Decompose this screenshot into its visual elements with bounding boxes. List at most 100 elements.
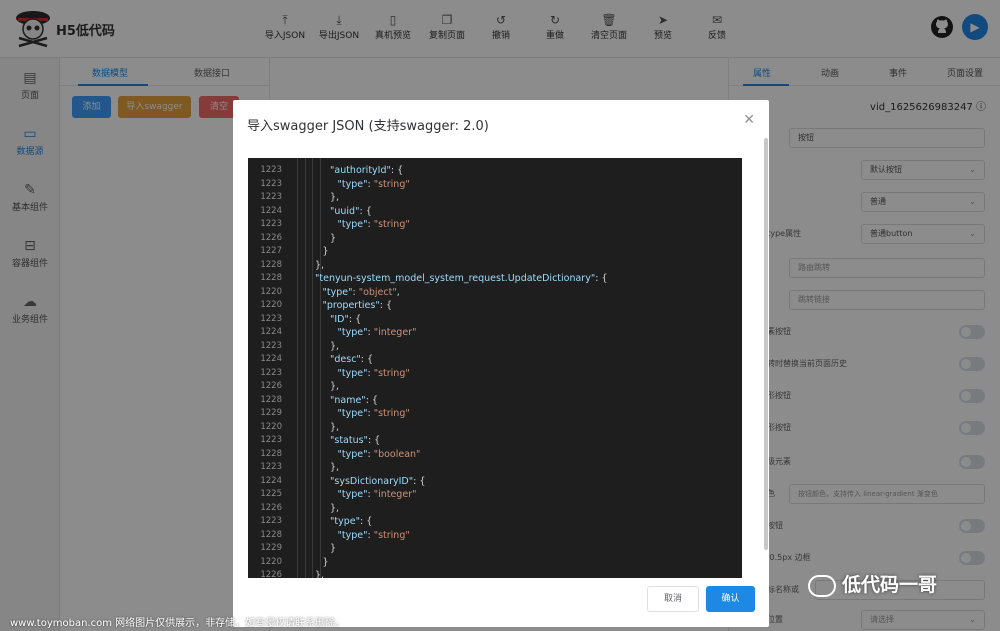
wechat-icon bbox=[808, 574, 836, 597]
code-line: 1223 "type": { bbox=[248, 515, 742, 529]
code-line: 1223 "status": { bbox=[248, 434, 742, 448]
code-text: }, bbox=[330, 502, 340, 514]
line-number: 1224 bbox=[260, 475, 282, 486]
code-text: }, bbox=[315, 570, 325, 578]
line-number: 1220 bbox=[260, 286, 282, 297]
line-number: 1223 bbox=[260, 516, 282, 526]
line-number: 1226 bbox=[260, 232, 282, 243]
code-text: } bbox=[322, 246, 329, 257]
line-number: 1228 bbox=[260, 259, 282, 270]
code-line: 1225 "type": "integer" bbox=[248, 488, 742, 502]
json-code-editor[interactable]: 1223 "authorityId": { 1223 "type": "string"… bbox=[248, 158, 742, 578]
line-number: 1228 bbox=[260, 273, 282, 283]
code-line: 1227} bbox=[248, 245, 742, 259]
line-number: 1226 bbox=[260, 570, 282, 578]
code-line: 1224 "sysDictionaryID": { bbox=[248, 475, 742, 489]
line-number: 1223 bbox=[260, 192, 282, 202]
code-text: "authorityId": { bbox=[330, 165, 404, 176]
code-text: "desc": { bbox=[330, 354, 374, 365]
code-text: "type": "string" bbox=[337, 219, 410, 230]
code-text: "type": "string" bbox=[337, 408, 410, 419]
line-number: 1229 bbox=[260, 543, 282, 553]
code-text: } bbox=[322, 556, 329, 568]
line-number: 1223 bbox=[260, 462, 282, 472]
line-number: 1224 bbox=[260, 354, 282, 364]
confirm-button[interactable]: 确认 bbox=[706, 586, 755, 612]
code-line: 1228 "tenyun-system_model_system_request.… bbox=[248, 272, 742, 286]
code-line: 1223 "ID": { bbox=[248, 313, 742, 327]
cancel-button[interactable]: 取消 bbox=[647, 586, 699, 612]
code-line: 1220}, bbox=[248, 421, 742, 435]
watermark-text: 低代码一哥 bbox=[842, 574, 938, 596]
code-text: } bbox=[330, 543, 337, 554]
code-line: 1228 "type": "boolean" bbox=[248, 448, 742, 462]
line-number: 1220 bbox=[260, 421, 282, 432]
code-text: "type": "boolean" bbox=[337, 448, 421, 460]
code-line: 1223}, bbox=[248, 191, 742, 205]
code-text: "type": "integer" bbox=[337, 327, 417, 338]
line-number: 1220 bbox=[260, 556, 282, 567]
code-text: "type": "object", bbox=[322, 286, 400, 298]
code-text: "type": "string" bbox=[337, 178, 410, 190]
code-line: 1229 "type": "string" bbox=[248, 407, 742, 421]
code-text: }, bbox=[330, 381, 340, 392]
code-text: "status": { bbox=[330, 435, 381, 446]
line-number: 1223 bbox=[260, 340, 282, 351]
line-number: 1223 bbox=[260, 435, 282, 445]
code-text: "type": { bbox=[330, 516, 373, 527]
import-swagger-dialog: 导入swagger JSON (支持swagger: 2.0) ✕ 1223 "a… bbox=[233, 100, 769, 627]
code-text: "type": "integer" bbox=[337, 489, 417, 500]
code-line: 1223}, bbox=[248, 340, 742, 354]
code-line: 1223 "type": "string" bbox=[248, 218, 742, 232]
code-line: 1223 "authorityId": { bbox=[248, 164, 742, 178]
code-line: 1228 "name": { bbox=[248, 394, 742, 408]
code-text: "ID": { bbox=[330, 313, 362, 325]
line-number: 1223 bbox=[260, 367, 282, 378]
code-line: 1220} bbox=[248, 556, 742, 570]
close-icon[interactable]: ✕ bbox=[743, 112, 755, 128]
code-line: 1220 "properties": { bbox=[248, 299, 742, 313]
dialog-title: 导入swagger JSON (支持swagger: 2.0) bbox=[247, 119, 489, 134]
code-text: "tenyun-system_model_system_request.Upda… bbox=[315, 273, 608, 284]
code-text: "sysDictionaryID": { bbox=[330, 475, 426, 487]
code-text: } bbox=[330, 232, 337, 244]
code-line: 1226} bbox=[248, 232, 742, 246]
wechat-watermark: 低代码一哥 bbox=[808, 570, 937, 597]
line-number: 1223 bbox=[260, 178, 282, 189]
code-line: 1226}, bbox=[248, 502, 742, 516]
code-line: 1228}, bbox=[248, 259, 742, 273]
code-text: }, bbox=[315, 259, 325, 271]
line-number: 1223 bbox=[260, 313, 282, 324]
code-line: 1223}, bbox=[248, 461, 742, 475]
line-number: 1228 bbox=[260, 448, 282, 459]
code-line: 1223 "type": "string" bbox=[248, 178, 742, 192]
footer-watermark: www.toymoban.com 网络图片仅供展示，非存储，如有侵权请联系删除。 bbox=[10, 618, 346, 629]
code-text: }, bbox=[330, 340, 340, 352]
line-number: 1226 bbox=[260, 381, 282, 391]
line-number: 1224 bbox=[260, 205, 282, 216]
code-text: }, bbox=[330, 421, 340, 433]
line-number: 1223 bbox=[260, 165, 282, 175]
line-number: 1226 bbox=[260, 502, 282, 513]
code-line: 1226}, bbox=[248, 380, 742, 394]
line-number: 1225 bbox=[260, 489, 282, 499]
code-text: "type": "string" bbox=[337, 367, 410, 379]
code-text: }, bbox=[330, 192, 340, 203]
line-number: 1224 bbox=[260, 327, 282, 337]
code-text: "type": "string" bbox=[337, 529, 410, 541]
code-line: 1224 "desc": { bbox=[248, 353, 742, 367]
line-number: 1229 bbox=[260, 408, 282, 418]
dialog-scrollbar[interactable] bbox=[764, 138, 768, 550]
code-line: 1229} bbox=[248, 542, 742, 556]
line-number: 1228 bbox=[260, 394, 282, 405]
code-line: 1220 "type": "object", bbox=[248, 286, 742, 300]
code-text: "properties": { bbox=[322, 300, 393, 311]
code-line: 1223 "type": "string" bbox=[248, 367, 742, 381]
code-text: "name": { bbox=[330, 394, 378, 406]
line-number: 1223 bbox=[260, 219, 282, 229]
code-text: }, bbox=[330, 462, 340, 473]
code-line: 1226}, bbox=[248, 569, 742, 578]
code-text: "uuid": { bbox=[330, 205, 372, 217]
code-line: 1224 "type": "integer" bbox=[248, 326, 742, 340]
line-number: 1228 bbox=[260, 529, 282, 540]
